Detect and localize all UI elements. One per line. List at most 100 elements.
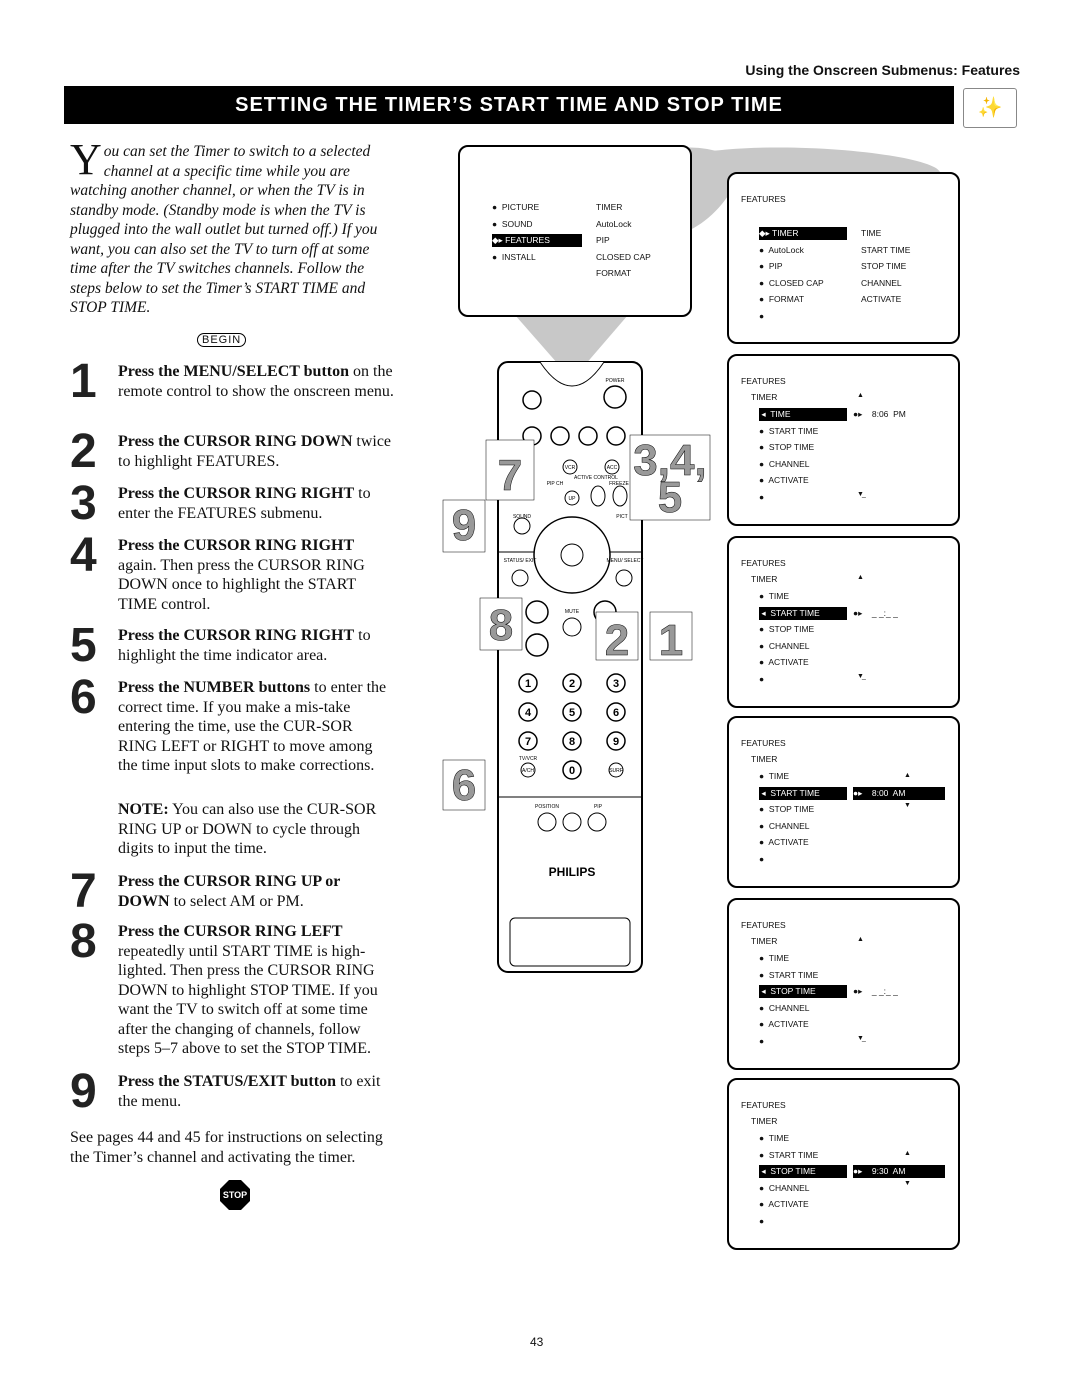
menu-item[interactable]: ● AutoLock — [759, 244, 847, 256]
status-exit-button[interactable] — [511, 569, 529, 587]
position-button[interactable] — [537, 812, 557, 832]
up-arrow-icon: ▲ — [904, 771, 911, 779]
menu-item[interactable]: ● — [759, 310, 847, 322]
volume-down-button[interactable] — [525, 633, 549, 657]
menu-item[interactable]: ● START TIME — [759, 969, 847, 981]
bullet-icon: ● — [759, 277, 769, 288]
bullet-icon: ● — [759, 1035, 769, 1046]
time-value-field[interactable]: ●▸ _ _:_ _ — [853, 607, 945, 620]
bullet-icon: ● — [759, 591, 769, 601]
light-button[interactable] — [562, 812, 582, 832]
menu-item[interactable]: ● CHANNEL — [759, 820, 847, 832]
menu-item[interactable]: ● CHANNEL — [759, 1002, 847, 1014]
menu-item-sound[interactable]: ● SOUND — [492, 218, 582, 230]
menu-item[interactable]: ◂ TIME — [759, 408, 847, 421]
time-value-field[interactable]: ●▸ 8:00 AM — [853, 786, 945, 800]
up-arrow-icon: ▲ — [857, 392, 864, 399]
bullet-icon: ● — [759, 458, 769, 469]
screen-title: FEATURES — [741, 1100, 786, 1110]
svg-text:A/CH: A/CH — [522, 768, 534, 774]
menu-item[interactable]: ◂ START TIME — [759, 786, 847, 800]
menu-item[interactable]: ● ACTIVATE — [759, 474, 847, 486]
bullet-icon: ● — [759, 804, 769, 814]
pause-button[interactable] — [522, 390, 542, 410]
bullet-icon: ● — [759, 640, 769, 651]
menu-item[interactable]: ● — [759, 491, 847, 503]
menu-item[interactable]: ● CHANNEL — [759, 458, 847, 470]
menu-item[interactable]: ● PIP — [759, 260, 847, 272]
menu-item[interactable]: ● STOP TIME — [759, 623, 847, 635]
svg-text:ACC: ACC — [607, 465, 618, 471]
freeze-button[interactable] — [612, 485, 628, 507]
svg-text:5: 5 — [569, 707, 575, 719]
menu-item[interactable]: ● START TIME — [759, 425, 847, 437]
features-screen-2: FEATURES TIMER ▲ ▼̲ ◂ TIME ● START TIME ● STO… — [727, 354, 960, 526]
menu-item[interactable]: ● TIME — [759, 952, 847, 964]
active-control-button[interactable] — [590, 485, 606, 507]
menu-item[interactable]: ● — [759, 673, 847, 685]
menu-item[interactable]: ● ACTIVATE — [759, 836, 847, 848]
bullet-icon: ● — [759, 294, 769, 304]
screen-subtitle: TIMER — [751, 392, 778, 402]
fast-forward-button[interactable] — [606, 426, 626, 446]
features-screen-4: FEATURES TIMER ▲ ▼ ● TIME ◂ START TIME ● STOP… — [727, 716, 960, 888]
bullet-icon: ● — [759, 657, 769, 667]
menu-item-install[interactable]: ● INSTALL — [492, 251, 582, 263]
menu-item[interactable]: ◂ STOP TIME — [759, 985, 847, 998]
submenu-preview-item: CLOSED CAP — [596, 251, 651, 262]
menu-select-button[interactable] — [615, 569, 633, 587]
cursor-ring-center[interactable] — [560, 543, 584, 567]
down-arrow-icon: ▼̲ — [857, 672, 864, 680]
bullet-icon: ● — [759, 442, 769, 452]
bullet-icon: ● — [759, 969, 769, 980]
menu-item[interactable]: ◂ STOP TIME — [759, 1165, 847, 1178]
menu-item-features[interactable]: ◆▸ FEATURES — [492, 234, 582, 247]
menu-item[interactable]: ◂ START TIME — [759, 606, 847, 620]
menu-item[interactable]: ● ACTIVATE — [759, 1198, 847, 1210]
time-value-field[interactable]: ●▸ 9:30 AM — [853, 1165, 945, 1178]
time-value-field[interactable]: ●▸ _ _:_ _ — [853, 985, 945, 998]
volume-up-button[interactable] — [525, 600, 549, 624]
screen-title: FEATURES — [741, 558, 786, 568]
menu-item-picture[interactable]: ● PICTURE — [492, 201, 582, 213]
menu-item[interactable]: ● — [759, 1035, 847, 1047]
screen-subtitle: TIMER — [751, 754, 778, 764]
menu-item[interactable]: ● ACTIVATE — [759, 656, 847, 668]
left-arrow-icon: ◂ — [759, 787, 771, 798]
pip-button[interactable] — [587, 812, 607, 832]
menu-item[interactable]: ◆▸ TIMER — [759, 227, 847, 240]
menu-item[interactable]: ● FORMAT — [759, 293, 847, 305]
menu-item[interactable]: ● — [759, 1215, 847, 1227]
bullet-icon: ● — [759, 624, 769, 634]
screen-subtitle: TIMER — [751, 574, 778, 584]
submenu-item: TIME — [861, 228, 882, 238]
cursor-icon: ◆▸ — [759, 228, 773, 238]
submenu-item: ACTIVATE — [861, 294, 902, 304]
stop-button[interactable] — [550, 426, 570, 446]
bullet-icon: ● — [759, 853, 769, 864]
menu-item[interactable]: ● TIME — [759, 1132, 847, 1144]
menu-item[interactable]: ● TIME — [759, 770, 847, 782]
time-value-field[interactable]: ●▸ 8:06 PM — [853, 408, 945, 421]
menu-item[interactable]: ● CHANNEL — [759, 640, 847, 652]
svg-text:PIP: PIP — [594, 804, 603, 810]
menu-item[interactable]: ● — [759, 853, 847, 865]
menu-item[interactable]: ● ACTIVATE — [759, 1018, 847, 1030]
svg-text:POSITION: POSITION — [535, 804, 559, 810]
menu-item[interactable]: ● CHANNEL — [759, 1182, 847, 1194]
time-value: 9:30 AM — [871, 1166, 906, 1176]
menu-item[interactable]: ● START TIME — [759, 1149, 847, 1161]
menu-item[interactable]: ● STOP TIME — [759, 441, 847, 453]
mute-button[interactable] — [562, 617, 582, 637]
screen-title: FEATURES — [741, 194, 786, 204]
submenu-preview-item: PIP — [596, 235, 610, 245]
menu-item[interactable]: ● STOP TIME — [759, 803, 847, 815]
power-button[interactable] — [603, 385, 627, 409]
menu-item[interactable]: ● CLOSED CAP — [759, 277, 847, 289]
menu-item[interactable]: ● TIME — [759, 590, 847, 602]
bullet-icon: ● — [492, 218, 502, 229]
svg-text:PIP CH: PIP CH — [547, 481, 564, 487]
callout-2: 2 — [605, 616, 629, 665]
sound-button[interactable] — [513, 517, 531, 535]
play-button[interactable] — [578, 426, 598, 446]
